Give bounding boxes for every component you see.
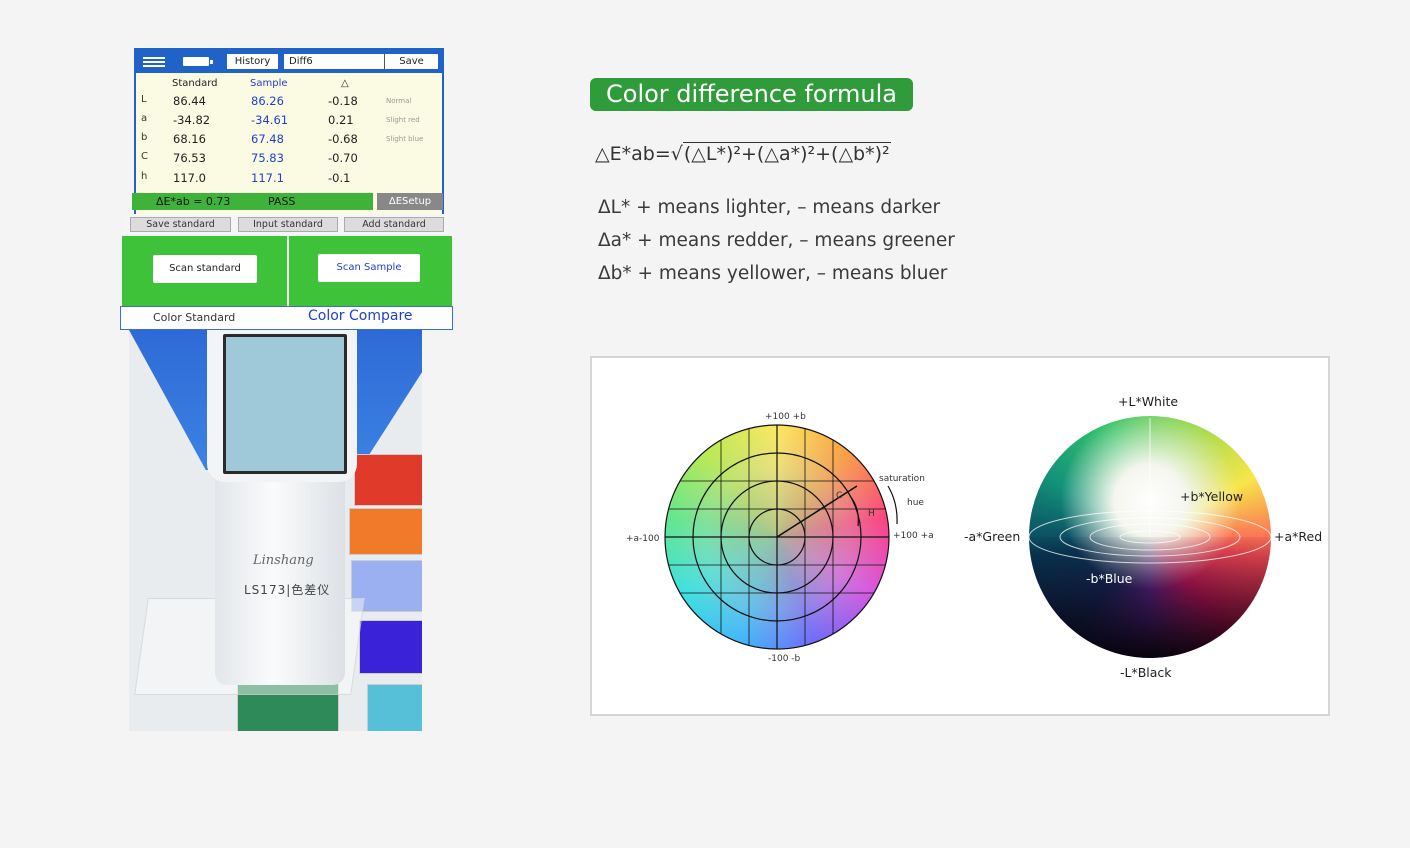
header-standard: Standard — [172, 78, 218, 89]
delta-value: -0.70 — [328, 151, 358, 165]
sample-value: 86.26 — [251, 94, 284, 108]
row-note: Slight blue — [386, 135, 424, 143]
diff-field[interactable]: Diff6 — [284, 54, 384, 69]
delta-a-explanation: Δa* + means redder, – means greener — [598, 230, 955, 251]
sphere-label-white: +L*White — [1118, 394, 1179, 409]
delta-value: -0.1 — [328, 171, 351, 185]
sample-value: 75.83 — [251, 151, 284, 165]
row-key: b — [141, 132, 148, 143]
history-button[interactable]: History — [227, 54, 278, 69]
standard-value: -34.82 — [173, 113, 211, 127]
row-key: a — [141, 113, 148, 124]
menu-icon[interactable] — [143, 57, 165, 67]
save-button[interactable]: Save — [384, 54, 438, 69]
input-standard-button[interactable]: Input standard — [238, 217, 338, 232]
panel-divider — [287, 236, 289, 306]
header-delta: △ — [341, 78, 349, 89]
delta-e-setup-button[interactable]: ΔESetup — [377, 193, 443, 210]
table-row: a -34.82 -34.61 0.21 Slight red — [136, 113, 442, 132]
tab-color-standard[interactable]: Color Standard — [153, 311, 235, 324]
section-title: Color difference formula — [590, 78, 913, 111]
colorimeter-device: Linshang LS173|色差仪 — [207, 330, 361, 700]
sphere-label-black: -L*Black — [1120, 665, 1172, 680]
tab-color-compare[interactable]: Color Compare — [308, 308, 413, 324]
device-head — [207, 330, 357, 482]
sphere-label-red: +a*Red — [1274, 529, 1323, 544]
row-note: Normal — [386, 97, 412, 105]
scan-sample-button[interactable]: Scan Sample — [318, 254, 420, 282]
scan-standard-button[interactable]: Scan standard — [153, 255, 257, 283]
model-label: LS173|色差仪 — [244, 583, 331, 597]
row-note: Slight red — [386, 116, 420, 124]
sample-value: -34.61 — [251, 113, 289, 127]
sphere-rings — [1028, 418, 1272, 564]
standard-actions: Save standard Input standard Add standar… — [126, 214, 448, 236]
table-row: h 117.0 117.1 -0.1 — [136, 171, 442, 190]
mode-tabs: Color Standard Color Compare — [120, 306, 453, 330]
standard-value: 86.44 — [173, 94, 206, 108]
sphere-label-blue: -b*Blue — [1086, 571, 1133, 586]
scan-panel: Scan standard Scan Sample — [122, 236, 452, 306]
violet-swatch — [359, 620, 422, 674]
cyan-swatch — [367, 684, 422, 731]
delta-value: -0.68 — [328, 132, 358, 146]
device-screen — [223, 334, 347, 474]
product-photo: Linshang LS173|色差仪 — [129, 330, 422, 731]
standard-value: 68.16 — [173, 132, 206, 146]
row-key: h — [141, 171, 148, 182]
delta-value: -0.18 — [328, 94, 358, 108]
delta-b-explanation: Δb* + means yellower, – means bluer — [598, 263, 948, 284]
table-row: b 68.16 67.48 -0.68 Slight blue — [136, 132, 442, 151]
table-row: L 86.44 86.26 -0.18 Normal — [136, 94, 442, 113]
header-sample: Sample — [250, 78, 288, 89]
save-standard-button[interactable]: Save standard — [130, 217, 231, 232]
brand-logo: Linshang — [253, 553, 314, 568]
screen-toolbar: History Diff6 Save — [136, 50, 442, 73]
row-key: C — [141, 151, 148, 162]
standard-value: 117.0 — [173, 171, 206, 185]
color-space-diagram: +100 +b -100 -b +a-100 +100 +a saturatio… — [590, 356, 1330, 716]
result-bar: ΔE*ab = 0.73 PASS — [132, 193, 373, 210]
sphere-label-green: -a*Green — [964, 529, 1021, 544]
standard-value: 76.53 — [173, 151, 206, 165]
delta-l-explanation: ΔL* + means lighter, – means darker — [598, 197, 941, 218]
delta-e-formula: △E*ab=√(△L*)²+(△a*)²+(△b*)² — [595, 142, 891, 165]
table-row: C 76.53 75.83 -0.70 — [136, 151, 442, 170]
sample-value: 117.1 — [251, 171, 284, 185]
add-standard-button[interactable]: Add standard — [344, 217, 444, 232]
sample-value: 67.48 — [251, 132, 284, 146]
pass-status: PASS — [268, 195, 296, 208]
red-swatch — [354, 454, 422, 506]
sphere-label-yellow: +b*Yellow — [1180, 489, 1244, 504]
delta-value: 0.21 — [328, 113, 354, 127]
row-key: L — [141, 94, 147, 105]
delta-e-value: ΔE*ab = 0.73 — [156, 195, 231, 208]
battery-icon — [183, 57, 213, 66]
